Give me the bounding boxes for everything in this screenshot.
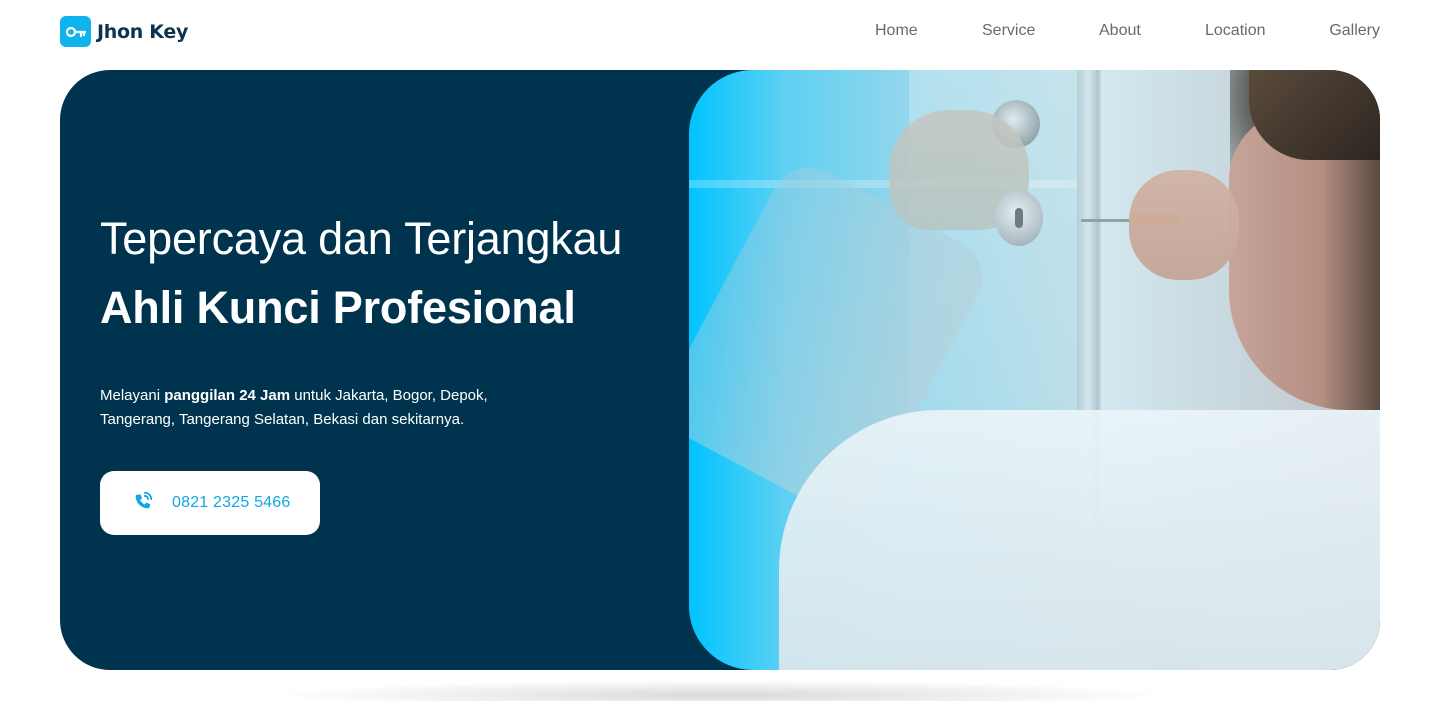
hand-with-screwdriver <box>1129 170 1239 280</box>
locksmith-photo <box>689 70 1380 670</box>
hero-desc-prefix: Melayani <box>100 387 165 404</box>
call-button[interactable]: 0821 2325 5466 <box>100 471 320 535</box>
hero-subtitle: Ahli Kunci Profesional <box>100 282 576 333</box>
hero-title: Tepercaya dan Terjangkau <box>100 213 623 264</box>
main-nav: Home Service About Location Gallery <box>0 20 1440 42</box>
nav-home[interactable]: Home <box>875 20 918 42</box>
phone-call-icon <box>132 490 154 517</box>
keyhole <box>1015 208 1023 228</box>
nav-location[interactable]: Location <box>1205 20 1266 42</box>
nav-service[interactable]: Service <box>982 20 1035 42</box>
nav-about[interactable]: About <box>1099 20 1141 42</box>
phone-number: 0821 2325 5466 <box>172 494 291 511</box>
nav-gallery[interactable]: Gallery <box>1329 20 1380 42</box>
section-shadow <box>270 680 1170 701</box>
navbar: Jhon Key Home Service About Location Gal… <box>0 0 1440 62</box>
hero-description: Melayani panggilan 24 Jam untuk Jakarta,… <box>100 384 560 432</box>
hero-desc-bold: panggilan 24 Jam <box>164 387 291 404</box>
hero-section: Tepercaya dan Terjangkau Ahli Kunci Prof… <box>60 70 1380 670</box>
locksmith-shirt <box>779 410 1380 670</box>
